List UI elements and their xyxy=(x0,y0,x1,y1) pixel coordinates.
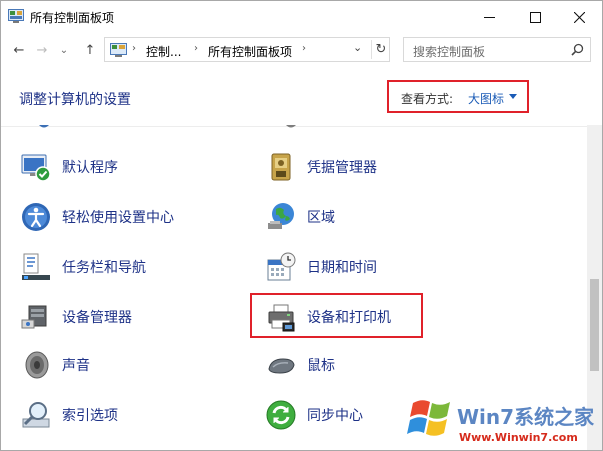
credential-manager-icon xyxy=(264,150,298,184)
sound-icon xyxy=(19,348,53,382)
item-label: 默认程序 xyxy=(62,160,118,176)
window-title: 所有控制面板项 xyxy=(30,11,115,25)
up-button[interactable]: ↑ xyxy=(81,41,99,59)
search-placeholder: 搜索控制面板 xyxy=(413,45,486,59)
item-label: 凭据管理器 xyxy=(307,160,377,176)
control-panel-window: 所有控制面板项 ← → ⌄ ↑ › 控制... › 所有控制面板项 › ⌄ ↻ … xyxy=(0,0,603,451)
breadcrumb-all-items[interactable]: 所有控制面板项 xyxy=(208,43,292,60)
view-by-label: 查看方式: xyxy=(401,92,454,106)
refresh-icon: ↻ xyxy=(375,42,387,57)
control-panel-icon xyxy=(8,9,24,23)
refresh-button[interactable]: ↻ xyxy=(371,40,390,59)
control-panel-icon xyxy=(110,43,127,57)
scrollbar-thumb[interactable] xyxy=(590,279,599,371)
item-mouse[interactable]: 鼠标 xyxy=(264,347,335,383)
indexing-options-icon xyxy=(19,398,53,432)
minimize-button[interactable] xyxy=(466,1,512,33)
item-label: 同步中心 xyxy=(307,408,363,424)
item-label: 轻松使用设置中心 xyxy=(62,210,174,226)
address-bar[interactable]: › 控制... › 所有控制面板项 › ⌄ ↻ xyxy=(104,37,390,62)
item-label: 索引选项 xyxy=(62,408,118,424)
taskbar-icon xyxy=(19,250,53,284)
item-label: 日期和时间 xyxy=(307,260,377,276)
item-date-time[interactable]: 日期和时间 xyxy=(264,249,377,285)
content-header: 调整计算机的设置 查看方式: 大图标 xyxy=(1,67,602,127)
close-button[interactable] xyxy=(556,1,602,33)
item-ease-of-access[interactable]: 轻松使用设置中心 xyxy=(19,199,174,235)
highlight-box xyxy=(250,293,423,338)
ease-of-access-icon xyxy=(19,200,53,234)
partial-item-icon xyxy=(286,125,296,128)
maximize-button[interactable] xyxy=(512,1,558,33)
breadcrumb-separator: › xyxy=(194,43,198,54)
navigation-bar: ← → ⌄ ↑ › 控制... › 所有控制面板项 › ⌄ ↻ 搜索控制面板 xyxy=(1,33,602,67)
title-bar: 所有控制面板项 xyxy=(1,1,602,33)
search-icon[interactable] xyxy=(571,43,584,56)
view-by-selector: 查看方式: 大图标 xyxy=(387,80,529,113)
page-title: 调整计算机的设置 xyxy=(19,92,131,108)
item-label: 区域 xyxy=(307,210,335,226)
partial-item-icon xyxy=(39,125,49,128)
item-device-manager[interactable]: 设备管理器 xyxy=(19,299,132,335)
view-by-dropdown[interactable]: 大图标 xyxy=(468,90,504,107)
item-label: 任务栏和导航 xyxy=(62,260,146,276)
watermark-brand: Win7系统之家 xyxy=(457,405,595,429)
breadcrumb-separator: › xyxy=(302,43,306,54)
item-credential-manager[interactable]: 凭据管理器 xyxy=(264,149,377,185)
item-taskbar-navigation[interactable]: 任务栏和导航 xyxy=(19,249,146,285)
close-icon xyxy=(573,11,585,23)
recent-locations-button[interactable]: ⌄ xyxy=(55,41,73,59)
item-region[interactable]: 区域 xyxy=(264,199,335,235)
breadcrumb-separator: › xyxy=(132,43,136,54)
address-dropdown-button[interactable]: ⌄ xyxy=(353,41,362,54)
item-label: 声音 xyxy=(62,358,90,374)
chevron-down-icon[interactable] xyxy=(509,94,517,99)
item-sync-center[interactable]: 同步中心 xyxy=(264,397,363,433)
watermark-url: Www.Winwin7.com xyxy=(459,431,578,444)
search-box[interactable]: 搜索控制面板 xyxy=(403,37,591,62)
default-programs-icon xyxy=(19,150,53,184)
forward-button[interactable]: → xyxy=(33,41,51,59)
item-label: 鼠标 xyxy=(307,358,335,374)
mouse-icon xyxy=(264,348,298,382)
back-button[interactable]: ← xyxy=(10,41,28,59)
device-manager-icon xyxy=(19,300,53,334)
item-sound[interactable]: 声音 xyxy=(19,347,90,383)
sync-center-icon xyxy=(264,398,298,432)
date-time-icon xyxy=(264,250,298,284)
windows-logo-icon xyxy=(407,400,450,436)
maximize-icon xyxy=(529,11,541,23)
item-default-programs[interactable]: 默认程序 xyxy=(19,149,118,185)
minimize-icon xyxy=(483,16,495,18)
watermark: Win7系统之家 Www.Winwin7.com xyxy=(405,387,601,449)
region-icon xyxy=(264,200,298,234)
breadcrumb-control-panel[interactable]: 控制... xyxy=(146,43,181,60)
item-indexing-options[interactable]: 索引选项 xyxy=(19,397,118,433)
item-label: 设备管理器 xyxy=(62,310,132,326)
